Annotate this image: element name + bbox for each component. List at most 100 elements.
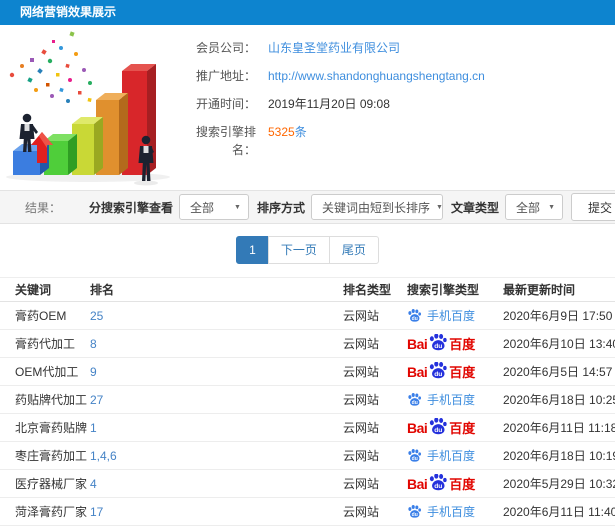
engine-type-cell[interactable]: du 手机百度 [407, 307, 503, 324]
header-engine-type: 搜索引擎类型 [407, 283, 480, 297]
engine-type-cell[interactable]: Bai du 百度 [407, 473, 503, 494]
table-body: 膏药OEM 25 云网站 du 手机百度 2020年6月9日 17:50 膏药代加… [0, 302, 615, 526]
baidu-logo-bai[interactable]: Bai [407, 336, 428, 352]
submit-button[interactable]: 提交 [571, 193, 615, 221]
rank-cell[interactable]: 27 [90, 393, 343, 407]
rank-cell[interactable]: 17 [90, 505, 343, 519]
rank-type-cell: 云网站 [343, 477, 380, 491]
mobile-baidu-label[interactable]: 手机百度 [427, 447, 475, 464]
mobile-baidu-label[interactable]: 手机百度 [427, 307, 475, 324]
baidu-logo-cn[interactable]: 百度 [449, 418, 475, 437]
next-page-button[interactable]: 下一页 [267, 236, 330, 264]
article-type-value: 全部 [516, 200, 541, 215]
table-row: 膏药OEM 25 云网站 du 手机百度 2020年6月9日 17:50 [0, 302, 615, 330]
rank-type-cell: 云网站 [343, 421, 380, 435]
mobile-baidu-label[interactable]: 手机百度 [427, 503, 475, 520]
open-time-label: 开通时间： [195, 97, 256, 111]
engine-type-cell[interactable]: du 手机百度 [407, 391, 503, 408]
keyword-cell: 医疗器械厂家 [15, 477, 88, 491]
keyword-cell: 膏药OEM [15, 309, 67, 323]
rank-type-cell: 云网站 [343, 449, 380, 463]
article-type-label: 文章类型 [450, 200, 499, 215]
rank-type-cell: 云网站 [343, 365, 380, 379]
keyword-rank-table: 关键词 排名 排名类型 搜索引擎类型 最新更新时间 膏药OEM 25 云网站 d… [0, 277, 615, 526]
rank-cell[interactable]: 9 [90, 365, 343, 379]
rank-cell[interactable]: 25 [90, 309, 343, 323]
filter-controls: 分搜索引擎查看 全部 ▼ 排序方式 关键词由短到长排序 ▼ 文章类型 全部 ▼ … [81, 193, 615, 221]
result-label: 结果： [25, 200, 62, 215]
top-section: 会员公司： 山东皇圣堂药业有限公司 推广地址： http://www.shand… [0, 25, 615, 190]
engine-type-cell[interactable]: du 手机百度 [407, 447, 503, 464]
updated-cell: 2020年6月10日 13:40 [503, 337, 615, 351]
filter-toolbar: 结果： 分搜索引擎查看 全部 ▼ 排序方式 关键词由短到长排序 ▼ 文章类型 全… [0, 190, 615, 224]
seo-rank-value: 5325条 [268, 123, 307, 159]
seo-rank-number: 5325 [268, 125, 295, 139]
baidu-logo-bai[interactable]: Bai [407, 420, 428, 436]
engine-type-cell[interactable]: Bai du 百度 [407, 417, 503, 438]
confetti-dots [9, 31, 99, 109]
article-type-select[interactable]: 全部 ▼ [505, 194, 563, 220]
baidu-du-text: du [435, 370, 443, 377]
updated-cell: 2020年6月18日 10:25 [503, 393, 615, 407]
promo-url-label: 推广地址： [195, 69, 256, 83]
baidu-du-text: du [412, 400, 418, 406]
header-rank: 排名 [90, 283, 115, 297]
sort-filter-select[interactable]: 关键词由短到长排序 ▼ [310, 194, 443, 220]
table-row: 药贴牌代加工 27 云网站 du 手机百度 2020年6月18日 10:25 [0, 386, 615, 414]
updated-cell: 2020年5月29日 10:32 [503, 477, 615, 491]
engine-filter-value: 全部 [189, 200, 214, 215]
seo-rank-label: 搜索引擎排名： [195, 125, 256, 157]
header-updated: 最新更新时间 [503, 283, 576, 297]
baidu-paw-icon: du [430, 417, 447, 434]
baidu-logo-cn[interactable]: 百度 [449, 362, 475, 381]
updated-cell: 2020年6月11日 11:40 [503, 505, 615, 519]
header-rank-type: 排名类型 [343, 283, 392, 297]
promo-url-link[interactable]: http://www.shandonghuangshengtang.cn [268, 67, 485, 85]
baidu-paw-icon: du [408, 393, 421, 406]
page-title: 网络营销效果展示 [0, 0, 615, 25]
baidu-du-text: du [412, 316, 418, 322]
table-row: 膏药代加工 8 云网站 Bai du 百度 2020年6月10日 13:40 [0, 330, 615, 358]
baidu-du-text: du [435, 342, 443, 349]
rank-cell[interactable]: 1,4,6 [90, 449, 343, 463]
baidu-logo-bai[interactable]: Bai [407, 476, 428, 492]
rank-cell[interactable]: 8 [90, 337, 343, 351]
keyword-cell: 药贴牌代加工 [15, 393, 88, 407]
engine-filter-select[interactable]: 全部 ▼ [178, 194, 249, 220]
open-time-value: 2019年11月20日 09:08 [268, 97, 390, 111]
page-1-button[interactable]: 1 [236, 236, 269, 264]
table-row: 医疗器械厂家 4 云网站 Bai du 百度 2020年5月29日 10:32 [0, 470, 615, 498]
baidu-du-text: du [412, 512, 418, 518]
mobile-baidu-label[interactable]: 手机百度 [427, 391, 475, 408]
rank-type-cell: 云网站 [343, 337, 380, 351]
caret-down-icon: ▼ [436, 203, 443, 211]
seo-rank-unit: 条 [294, 125, 307, 139]
baidu-paw-icon: du [408, 449, 421, 462]
baidu-du-text: du [412, 456, 418, 462]
caret-down-icon: ▼ [234, 203, 241, 211]
rank-type-cell: 云网站 [343, 393, 380, 407]
engine-type-cell[interactable]: du 手机百度 [407, 503, 503, 520]
keyword-cell: 北京膏药贴牌 [15, 421, 88, 435]
baidu-logo-bai[interactable]: Bai [407, 364, 428, 380]
baidu-du-text: du [435, 482, 443, 489]
baidu-logo-cn[interactable]: 百度 [449, 474, 475, 493]
table-row: OEM代加工 9 云网站 Bai du 百度 2020年6月5日 14:57 [0, 358, 615, 386]
keyword-cell: 枣庄膏药加工 [15, 449, 88, 463]
info-row-url: 推广地址： http://www.shandonghuangshengtang.… [178, 67, 615, 85]
baidu-logo-cn[interactable]: 百度 [449, 334, 475, 353]
header-keyword: 关键词 [15, 283, 52, 297]
last-page-button[interactable]: 尾页 [328, 236, 379, 264]
rank-cell[interactable]: 1 [90, 421, 343, 435]
pagination: 1 下一页 尾页 [0, 236, 615, 264]
updated-cell: 2020年6月5日 14:57 [503, 365, 613, 379]
keyword-cell: 膏药代加工 [15, 337, 76, 351]
rank-cell[interactable]: 4 [90, 477, 343, 491]
sort-filter-value: 关键词由短到长排序 [321, 200, 430, 215]
company-name-link[interactable]: 山东皇圣堂药业有限公司 [268, 39, 400, 57]
baidu-du-text: du [435, 426, 443, 433]
sort-filter-label: 排序方式 [256, 200, 305, 215]
engine-type-cell[interactable]: Bai du 百度 [407, 333, 503, 354]
table-row: 枣庄膏药加工 1,4,6 云网站 du 手机百度 2020年6月18日 10:19 [0, 442, 615, 470]
engine-type-cell[interactable]: Bai du 百度 [407, 361, 503, 382]
